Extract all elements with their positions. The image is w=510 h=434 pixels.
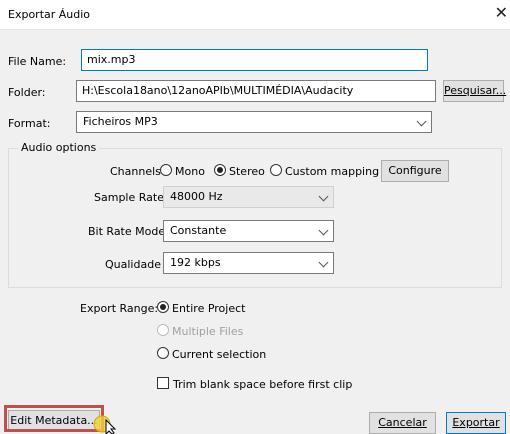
quality-value: 192 kbps [170, 256, 221, 269]
file-name-label: File Name: [8, 55, 67, 68]
browse-button[interactable]: Pesquisar... [443, 80, 507, 102]
close-icon[interactable]: ✕ [495, 4, 508, 22]
quality-label: Qualidade [105, 258, 161, 271]
configure-button[interactable]: Configure [381, 160, 449, 182]
bit-rate-mode-select[interactable]: Constante [163, 220, 334, 242]
sample-rate-label: Sample Rate [94, 191, 164, 204]
radio-stereo[interactable] [214, 164, 226, 176]
browse-button-label: Pesquisar... [444, 84, 507, 97]
radio-multiple-files-label: Multiple Files [172, 325, 244, 338]
cancel-button-label: Cancelar [378, 416, 427, 429]
title-bar: Exportar Áudio ✕ [0, 0, 510, 30]
export-button-label: Exportar [452, 416, 500, 429]
quality-select[interactable]: 192 kbps [163, 252, 334, 274]
radio-multiple-files[interactable] [157, 324, 169, 336]
trim-checkbox[interactable] [157, 377, 169, 389]
sample-rate-select[interactable]: 48000 Hz [163, 186, 334, 208]
radio-mono-label: Mono [175, 165, 205, 178]
folder-label: Folder: [8, 86, 46, 99]
bit-rate-mode-value: Constante [170, 224, 227, 237]
radio-stereo-label: Stereo [229, 165, 265, 178]
radio-mono[interactable] [160, 164, 172, 176]
export-button[interactable]: Exportar [446, 412, 506, 434]
radio-entire-project-label: Entire Project [172, 302, 246, 315]
bit-rate-mode-label: Bit Rate Mode [88, 225, 166, 238]
radio-entire-project[interactable] [157, 301, 169, 313]
trim-checkbox-label: Trim blank space before first clip [173, 378, 353, 391]
cancel-button[interactable]: Cancelar [369, 412, 436, 434]
sample-rate-value: 48000 Hz [170, 190, 223, 203]
format-select[interactable]: Ficheiros MP3 [76, 111, 432, 133]
radio-current-selection-label: Current selection [172, 348, 267, 361]
folder-input[interactable]: H:\Escola18ano\12anoAPIb\MULTIMÉDIA\Auda… [76, 80, 436, 102]
pointer-cursor-icon [93, 415, 117, 434]
highlight-box [4, 405, 104, 432]
radio-custom-mapping-label: Custom mapping [285, 165, 380, 178]
radio-custom-mapping[interactable] [270, 164, 282, 176]
chevron-down-icon [318, 225, 329, 236]
channels-label: Channels [110, 165, 161, 178]
chevron-down-icon [318, 257, 329, 268]
export-range-label: Export Range: [80, 302, 159, 315]
chevron-down-icon [318, 191, 329, 202]
chevron-down-icon [416, 116, 427, 127]
radio-current-selection[interactable] [157, 347, 169, 359]
audio-options-title: Audio options [18, 141, 100, 154]
format-label: Format: [8, 117, 51, 130]
file-name-input[interactable]: mix.mp3 [81, 49, 428, 71]
window-title: Exportar Áudio [8, 8, 91, 21]
format-value: Ficheiros MP3 [83, 115, 158, 128]
